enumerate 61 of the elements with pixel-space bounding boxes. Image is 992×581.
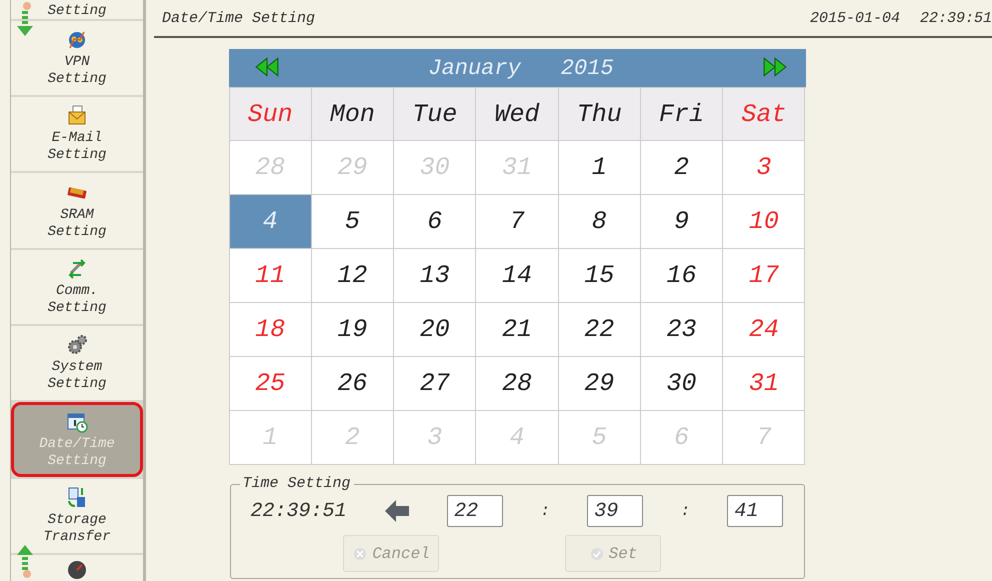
day-cell[interactable]: 14: [476, 249, 559, 303]
weekday-header: Sat: [723, 88, 806, 141]
weekday-header: Tue: [394, 88, 476, 141]
cancel-icon: [352, 546, 368, 562]
day-cell[interactable]: 13: [394, 249, 476, 303]
current-time: 22:39:51: [250, 500, 347, 522]
day-cell[interactable]: 7: [476, 195, 559, 249]
scroll-up-icon[interactable]: [15, 543, 35, 579]
day-cell[interactable]: 12: [312, 249, 394, 303]
sidebar-item[interactable]: VPN Setting: [11, 20, 143, 96]
day-cell[interactable]: 15: [558, 249, 641, 303]
left-arrow-icon[interactable]: [384, 499, 410, 523]
separator: :: [540, 502, 550, 520]
separator: :: [680, 502, 690, 520]
day-cell[interactable]: 8: [558, 195, 641, 249]
day-cell[interactable]: 26: [312, 357, 394, 411]
sidebar-item[interactable]: Comm. Setting: [11, 250, 143, 324]
day-cell[interactable]: 29: [558, 357, 641, 411]
weekday-header: Wed: [476, 88, 559, 141]
day-cell[interactable]: 21: [476, 303, 559, 357]
sidebar-item[interactable]: Storage Transfer: [11, 478, 143, 554]
sidebar-item[interactable]: E-Mail Setting: [11, 97, 143, 172]
day-cell[interactable]: 9: [640, 195, 724, 249]
day-cell[interactable]: 6: [394, 195, 476, 249]
day-cell[interactable]: 23: [640, 303, 724, 357]
day-cell[interactable]: 1: [558, 141, 641, 195]
sidebar-item[interactable]: [11, 555, 143, 581]
day-cell[interactable]: 3: [723, 141, 806, 195]
day-cell[interactable]: 2: [640, 141, 724, 195]
sidebar-item[interactable]: Setting: [11, 0, 143, 19]
weekday-header: Fri: [640, 88, 724, 141]
current-date: 2015-01-04: [810, 10, 900, 26]
day-cell[interactable]: 11: [230, 249, 312, 303]
sidebar-item[interactable]: System Setting: [11, 326, 143, 400]
day-cell[interactable]: 28: [476, 357, 559, 411]
year-label: 2015: [560, 56, 614, 80]
day-cell[interactable]: 18: [230, 303, 312, 357]
weekday-header: Thu: [558, 88, 641, 141]
page-title: Date/Time Setting: [162, 10, 316, 26]
day-cell[interactable]: 25: [230, 357, 312, 411]
day-cell[interactable]: 5: [312, 195, 394, 249]
weekday-header: Sun: [230, 88, 312, 141]
scroll-down-icon[interactable]: [15, 2, 35, 38]
day-cell[interactable]: 22: [558, 303, 641, 357]
check-icon: [588, 546, 605, 562]
second-field[interactable]: 41: [727, 495, 784, 527]
day-cell[interactable]: 30: [640, 357, 724, 411]
hour-field[interactable]: 22: [447, 495, 504, 527]
minute-field[interactable]: 39: [587, 495, 644, 527]
day-cell[interactable]: 27: [394, 357, 476, 411]
current-time: 22:39:51: [920, 10, 992, 26]
day-cell[interactable]: 24: [723, 303, 806, 357]
day-cell[interactable]: 10: [723, 195, 806, 249]
group-title: Time Setting: [240, 475, 354, 492]
sidebar-item[interactable]: SRAM Setting: [11, 173, 143, 248]
day-cell[interactable]: 20: [394, 303, 476, 357]
day-cell[interactable]: 17: [723, 249, 806, 303]
day-cell[interactable]: 31: [723, 357, 806, 411]
day-cell[interactable]: 19: [312, 303, 394, 357]
day-cell[interactable]: 16: [640, 249, 724, 303]
weekday-header: Mon: [312, 88, 394, 141]
